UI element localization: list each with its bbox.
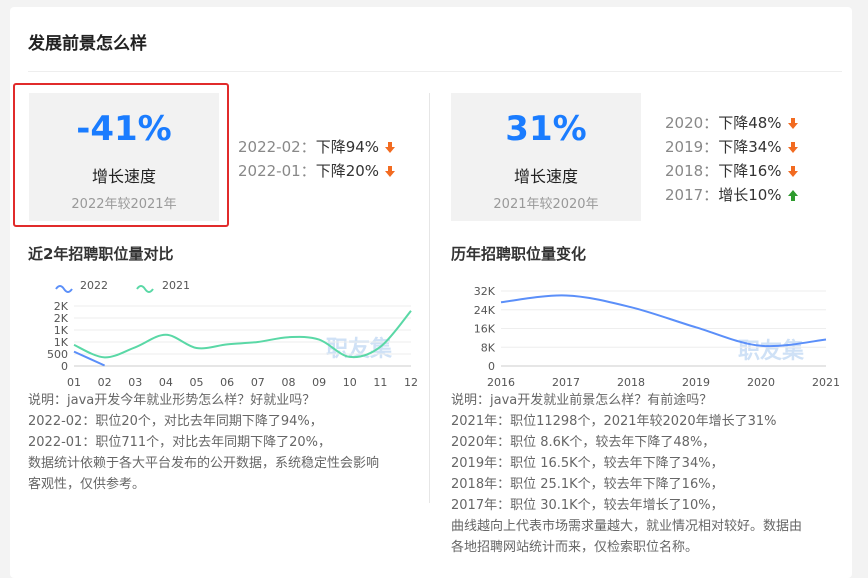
monthly-comparison-chart: 2022 2021 职友集 05001K1K2K2K01 02 03 04 05 06 07… <box>47 279 418 389</box>
y-tick-label: 16K <box>474 323 496 336</box>
arrow-up-icon <box>787 190 798 201</box>
column-divider <box>429 93 430 503</box>
growth-rate-compare: 2021年较2020年 <box>493 197 599 212</box>
legend-2022-label: 2022 <box>80 279 108 292</box>
y-tick-label: 8K <box>481 341 496 354</box>
y-tick-label: 1K <box>54 324 69 337</box>
trend-item: 2018：下降16% <box>665 160 798 181</box>
trend-item: 2019：下降34% <box>665 136 798 157</box>
growth-rate-label: 增长速度 <box>91 167 156 186</box>
y-tick-label: 1K <box>54 336 69 349</box>
section-title: 发展前景怎么样 <box>28 34 147 54</box>
x-tick-label: 2017 <box>552 376 580 389</box>
x-tick-label: 01 <box>67 376 81 389</box>
arrow-down-icon <box>787 166 798 177</box>
desc-line: 说明：java开发今年就业形势怎么样？好就业吗？ <box>28 393 316 408</box>
growth-rate-label: 增长速度 <box>513 167 578 186</box>
desc-line: 2022-02：职位20个，对比去年同期下降了94%， <box>28 414 323 429</box>
growth-rate-value: -41% <box>76 109 172 149</box>
x-tick-label: 2018 <box>617 376 645 389</box>
arrow-down-icon <box>787 118 798 129</box>
legend-2022-icon <box>55 285 73 293</box>
desc-line: 说明：java开发就业前景怎么样？有前途吗？ <box>451 393 713 408</box>
description-right: 说明：java开发就业前景怎么样？有前途吗？ 2021年：职位11298个，20… <box>451 390 802 558</box>
growth-stat-box-right: 31% 增长速度 2021年较2020年 <box>451 93 641 221</box>
desc-line: 2020年：职位 8.6K个，较去年下降了48%， <box>451 435 716 450</box>
x-tick-label: 08 <box>281 376 295 389</box>
desc-line: 客观性，仅供参考。 <box>28 477 146 492</box>
trend-item: 2022-01：下降20% <box>238 160 396 181</box>
trend-item: 2020：下降48% <box>665 112 798 133</box>
growth-stat-box-left: -41% 增长速度 2022年较2021年 <box>29 93 219 221</box>
prospect-card: 发展前景怎么样 -41% 增长速度 2022年较2021年 2022-02：下降… <box>10 7 852 578</box>
arrow-down-icon <box>385 166 396 177</box>
legend-2021-icon <box>136 285 154 293</box>
y-tick-label: 2K <box>54 300 69 313</box>
x-tick-label: 12 <box>404 376 418 389</box>
x-tick-label: 07 <box>251 376 265 389</box>
x-tick-label: 06 <box>220 376 234 389</box>
y-tick-label: 2K <box>54 312 69 325</box>
title-divider <box>28 71 842 72</box>
y-tick-label: 500 <box>47 348 68 361</box>
desc-line: 2017年：职位 30.1K个，较去年增长了10%， <box>451 498 724 513</box>
description-left: 说明：java开发今年就业形势怎么样？好就业吗？ 2022-02：职位20个，对… <box>28 390 379 495</box>
growth-rate-value: 31% <box>505 109 587 149</box>
x-tick-label: 11 <box>373 376 387 389</box>
y-tick-label: 24K <box>474 304 496 317</box>
y-tick-label: 32K <box>474 285 496 298</box>
arrow-down-icon <box>385 142 396 153</box>
x-tick-label: 10 <box>343 376 357 389</box>
desc-line: 数据统计依赖于各大平台发布的公开数据，系统稳定性会影响 <box>28 456 380 471</box>
yearly-trend-chart: 职友集 0 8K 16K 24K 32K 2016 2017 2018 2019 2020 2021 <box>474 285 840 389</box>
growth-rate-compare: 2022年较2021年 <box>71 197 177 212</box>
desc-line: 2021年：职位11298个，2021年较2020年增长了31% <box>451 414 777 429</box>
desc-line: 2019年：职位 16.5K个，较去年下降了34%， <box>451 456 724 471</box>
chart-title-right: 历年招聘职位量变化 <box>451 245 587 263</box>
x-tick-label: 2020 <box>747 376 775 389</box>
x-tick-label: 04 <box>159 376 173 389</box>
trend-item: 2022-02：下降94% <box>238 136 396 157</box>
desc-line: 曲线越向上代表市场需求量越大，就业情况相对较好。数据由 <box>451 519 803 534</box>
legend-2021-label: 2021 <box>162 279 190 292</box>
x-tick-label: 03 <box>128 376 142 389</box>
chart-title-left: 近2年招聘职位量对比 <box>28 245 174 263</box>
watermark: 职友集 <box>738 338 805 364</box>
desc-line: 各地招聘网站统计而来，仅检索职位名称。 <box>451 540 699 555</box>
arrow-down-icon <box>787 142 798 153</box>
x-tick-label: 2019 <box>682 376 710 389</box>
trend-item: 2017：增长10% <box>665 184 798 205</box>
y-tick-label: 0 <box>488 360 495 373</box>
x-tick-label: 2016 <box>487 376 515 389</box>
x-tick-label: 02 <box>98 376 112 389</box>
y-tick-label: 0 <box>61 360 68 373</box>
desc-line: 2018年：职位 25.1K个，较去年下降了16%， <box>451 477 724 492</box>
x-tick-label: 05 <box>190 376 204 389</box>
x-tick-label: 09 <box>312 376 326 389</box>
x-tick-label: 2021 <box>812 376 840 389</box>
desc-line: 2022-01：职位711个，对比去年同期下降了20%， <box>28 435 332 450</box>
